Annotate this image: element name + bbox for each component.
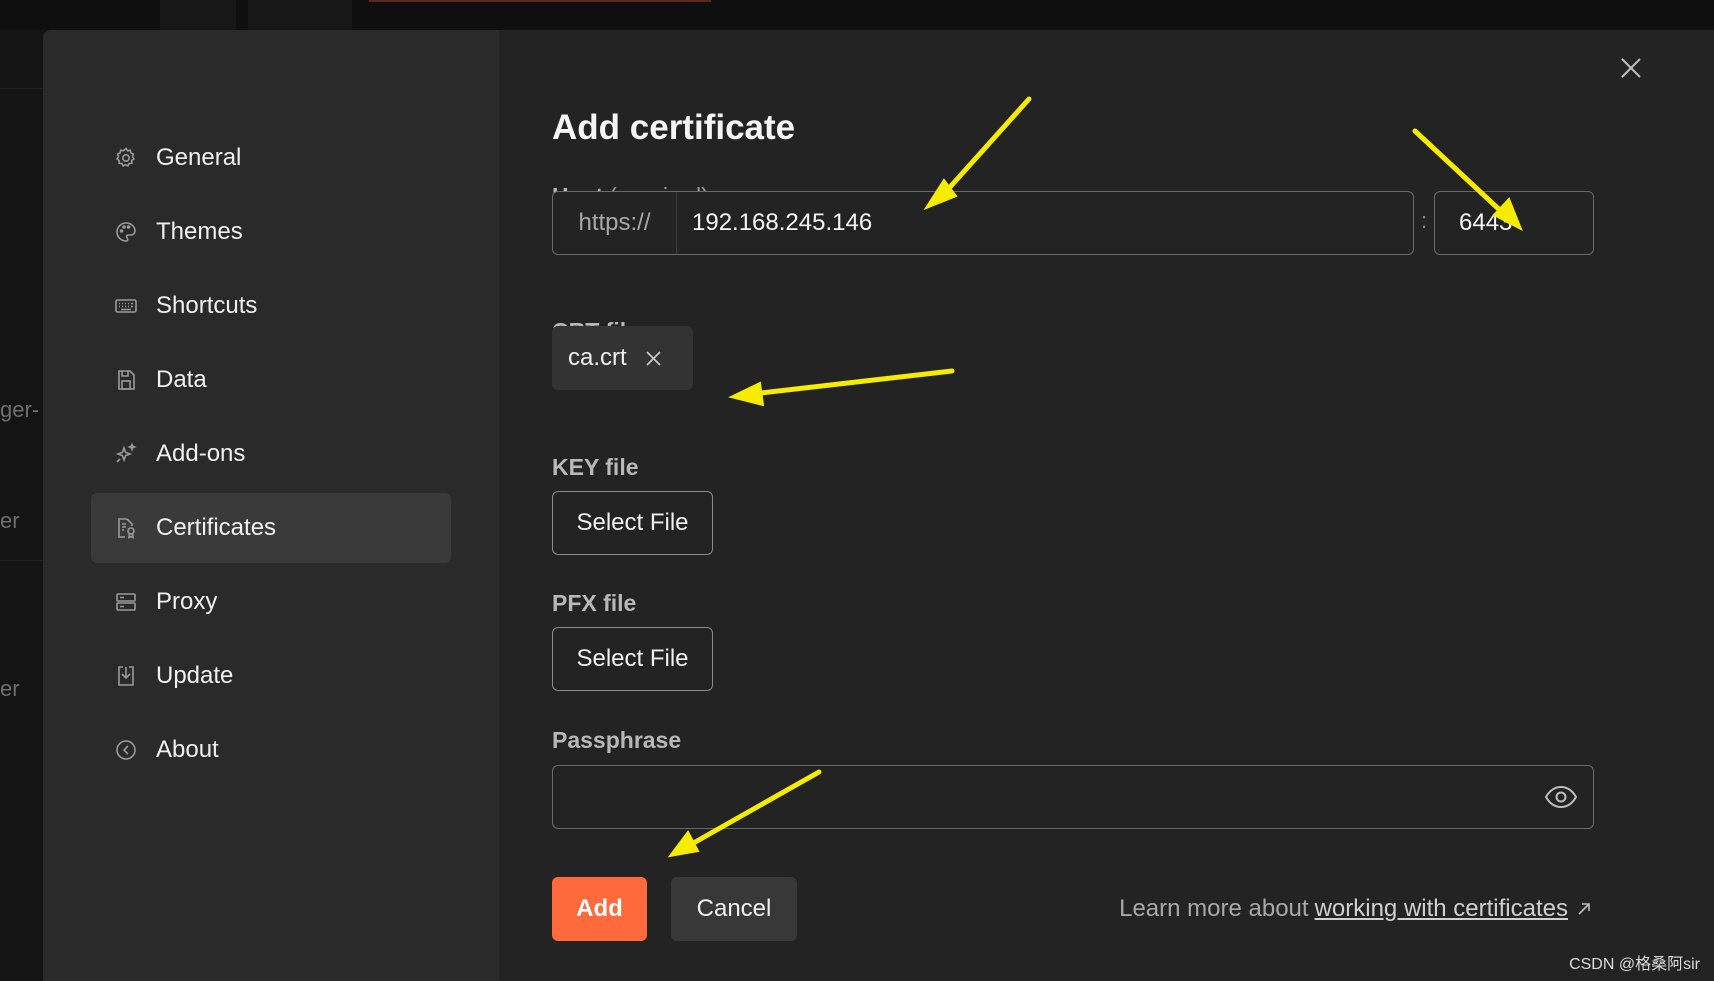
background-tab [248,0,352,30]
sidebar-item-about[interactable]: About [91,715,451,785]
learn-more-prefix: Learn more about [1119,895,1309,922]
crt-file-name: ca.crt [568,344,627,371]
key-select-file-button[interactable]: Select File [552,491,713,555]
sidebar-item-shortcuts[interactable]: Shortcuts [91,271,451,341]
add-button[interactable]: Add [552,877,647,941]
pfx-select-file-button[interactable]: Select File [552,627,713,691]
protocol-prefix: https:// [553,192,677,254]
background-tab [160,0,236,30]
floppy-disk-icon [113,367,139,393]
external-link-icon [1576,901,1592,917]
background-divider [0,88,44,89]
background-text-fragment: ger- [0,397,40,422]
dialog-title: Add certificate [552,108,796,147]
sidebar-item-label: Shortcuts [156,292,258,319]
close-icon [1619,56,1643,85]
remove-file-icon[interactable] [645,350,662,367]
download-icon [113,663,139,689]
sidebar-item-label: Certificates [156,514,277,541]
sidebar-item-label: Proxy [156,588,218,615]
sidebar-item-update[interactable]: Update [91,641,451,711]
palette-icon [113,219,139,245]
info-icon [113,737,139,763]
cancel-button[interactable]: Cancel [671,877,797,941]
sidebar-item-data[interactable]: Data [91,345,451,415]
sidebar-item-label: Add-ons [156,440,246,467]
watermark: CSDN @格桑阿sir [1569,956,1700,973]
sidebar-item-label: General [156,144,242,171]
sidebar-item-label: Update [156,662,234,689]
sidebar-item-add-ons[interactable]: Add-ons [91,419,451,489]
crt-file-chip: ca.crt [552,326,693,390]
key-file-label: KEY file [552,454,639,480]
background-tab-indicator [369,0,711,2]
passphrase-input[interactable] [552,765,1594,829]
sidebar-item-label: Data [156,366,207,393]
keyboard-icon [113,293,139,319]
background-text-fragment: er [0,676,20,701]
server-icon [113,589,139,615]
settings-modal: General Themes Shortcuts Data Add-ons Ce… [43,30,1714,981]
sparkle-icon [113,441,139,467]
sidebar-item-certificates[interactable]: Certificates [91,493,451,563]
sidebar-item-proxy[interactable]: Proxy [91,567,451,637]
pfx-file-label: PFX file [552,590,637,616]
background-divider [0,560,44,561]
settings-sidebar: General Themes Shortcuts Data Add-ons Ce… [43,30,499,981]
sidebar-item-general[interactable]: General [91,123,451,193]
certificate-icon [113,515,139,541]
passphrase-label: Passphrase [552,727,682,753]
sidebar-item-themes[interactable]: Themes [91,197,451,267]
background-text-fragment: er [0,508,20,533]
host-input[interactable]: 192.168.245.146 [692,209,872,237]
certificates-docs-link[interactable]: working with certificates [1315,895,1568,923]
gear-icon [113,145,139,171]
port-input[interactable]: 6443 [1434,191,1594,255]
port-separator: : [1421,208,1428,233]
learn-more-text: Learn more about working with certificat… [1119,895,1592,923]
sidebar-item-label: About [156,736,219,763]
eye-icon[interactable] [1543,780,1579,814]
host-field[interactable]: https:// 192.168.245.146 [552,191,1414,255]
sidebar-item-label: Themes [156,218,243,245]
close-button[interactable] [1611,50,1651,90]
